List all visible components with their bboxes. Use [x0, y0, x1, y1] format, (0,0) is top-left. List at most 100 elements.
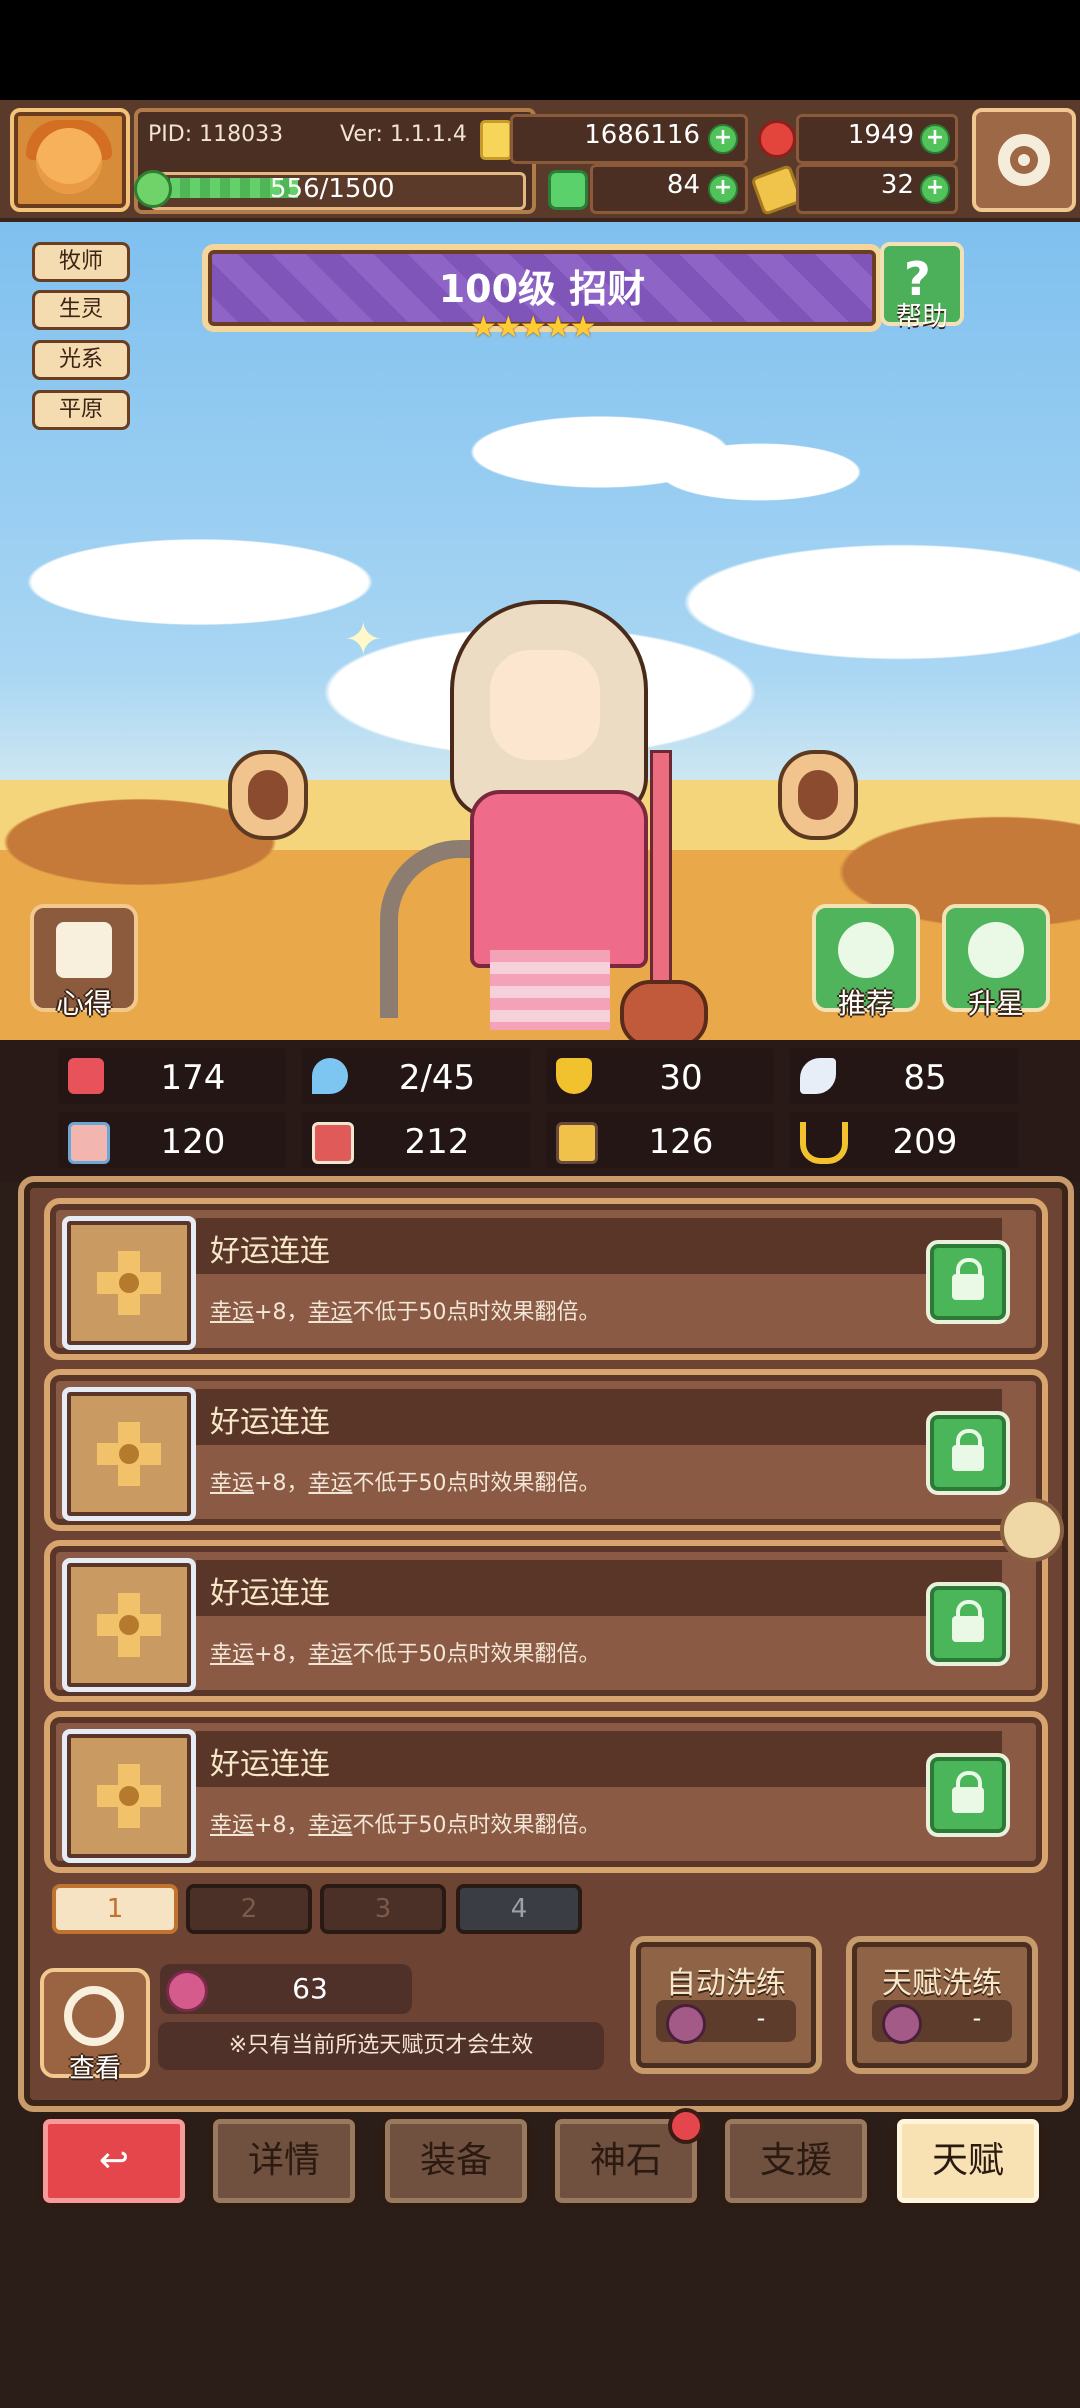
version-label: Ver: 1.1.1.4 — [340, 122, 467, 147]
talent-page-tab-3[interactable]: 3 — [320, 1884, 446, 1934]
nav-equipment[interactable]: 装备 — [380, 2114, 532, 2208]
talent-slot-2[interactable]: 好运连连 幸运+8，幸运不低于50点时效果翻倍。 — [44, 1369, 1048, 1531]
bottom-empty-area — [0, 2210, 1080, 2408]
tag-terrain: 平原 — [32, 390, 130, 430]
talent-desc-text: 不低于50点时效果翻倍。 — [352, 1471, 601, 1496]
talent-page-tab-2[interactable]: 2 — [186, 1884, 312, 1934]
left-arrow-icon — [248, 770, 288, 820]
talent-lock-button[interactable] — [926, 1240, 1010, 1324]
stat-mana: 2/45 — [302, 1048, 530, 1104]
talent-wash-label: 天赋洗练 — [882, 1966, 1002, 2001]
lock-body — [952, 1445, 984, 1471]
auto-wash-cost: - — [756, 2004, 766, 2032]
return-arrow-icon: ↩ — [98, 2140, 130, 2181]
recommend-label: 推荐 — [837, 987, 894, 1020]
talent-lock-button[interactable] — [926, 1411, 1010, 1495]
stat-speed-value: 85 — [903, 1058, 947, 1098]
player-avatar[interactable] — [10, 108, 130, 212]
hero-staff-head — [620, 980, 708, 1048]
stat-luck-value: 209 — [892, 1122, 958, 1162]
clover-value: 84 — [666, 170, 700, 200]
talent-lock-button[interactable] — [926, 1753, 1010, 1837]
talent-keyword-link[interactable]: 幸运 — [308, 1471, 352, 1496]
talent-description: 幸运+8，幸运不低于50点时效果翻倍。 — [210, 1465, 600, 1497]
talent-description: 幸运+8，幸运不低于50点时效果翻倍。 — [210, 1294, 600, 1326]
stat-magic: 212 — [302, 1112, 530, 1168]
stat-hp-value: 174 — [160, 1058, 226, 1098]
star-badge-icon — [968, 922, 1024, 978]
settings-button[interactable] — [972, 108, 1076, 212]
player-id: PID: 118033 — [148, 122, 284, 147]
ruby-add-button[interactable]: + — [920, 124, 950, 154]
help-label: 帮助 — [895, 302, 948, 332]
thumbs-up-icon — [838, 922, 894, 978]
hero-face — [490, 650, 600, 760]
talent-name: 好运连连 — [210, 1234, 330, 1269]
talent-slot-3[interactable]: 好运连连 幸运+8，幸运不低于50点时效果翻倍。 — [44, 1540, 1048, 1702]
ruby-icon — [758, 120, 796, 158]
potion-icon — [556, 1122, 598, 1164]
clover-icon — [548, 170, 588, 210]
stat-defense-value: 30 — [659, 1058, 703, 1098]
cross-center — [119, 1273, 139, 1293]
gold-value: 1686116 — [584, 120, 700, 150]
stat-luck: 209 — [790, 1112, 1018, 1168]
status-bar — [0, 0, 1080, 100]
lock-body — [952, 1787, 984, 1813]
talent-page-tab-4[interactable]: 4 — [456, 1884, 582, 1934]
talent-keyword-link[interactable]: 幸运 — [210, 1642, 254, 1667]
nav-detail[interactable]: 详情 — [208, 2114, 360, 2208]
talent-desc-text: +8， — [254, 1642, 309, 1667]
tag-element: 光系 — [32, 340, 130, 380]
talent-keyword-link[interactable]: 幸运 — [210, 1300, 254, 1325]
view-label: 查看 — [68, 2054, 121, 2084]
talent-wash-cost: - — [972, 2004, 982, 2032]
nav-talent[interactable]: 天赋 — [892, 2114, 1044, 2208]
talent-keyword-link[interactable]: 幸运 — [210, 1471, 254, 1496]
exp-value: 556/1500 — [270, 174, 395, 204]
talent-desc-text: +8， — [254, 1471, 309, 1496]
talent-desc-text: +8， — [254, 1300, 309, 1325]
talent-page-tab-1[interactable]: 1 — [52, 1884, 178, 1934]
stat-attack: 120 — [58, 1112, 286, 1168]
gear-icon — [998, 134, 1050, 186]
hero-character-sprite — [380, 580, 708, 1048]
scroll-handle[interactable] — [1000, 1498, 1064, 1562]
shield-icon — [556, 1058, 592, 1094]
key-value: 32 — [880, 170, 914, 200]
next-hero-button[interactable] — [778, 750, 858, 840]
ruby-value: 1949 — [847, 120, 914, 150]
gold-add-button[interactable]: + — [708, 124, 738, 154]
auto-wash-label: 自动洗练 — [666, 1966, 786, 2001]
back-button[interactable]: ↩ — [38, 2114, 190, 2208]
talent-desc-text: 不低于50点时效果翻倍。 — [352, 1813, 601, 1838]
stat-resist-value: 126 — [648, 1122, 714, 1162]
nav-support[interactable]: 支援 — [720, 2114, 872, 2208]
robot-icon — [56, 922, 112, 978]
talent-icon-frame — [62, 1729, 196, 1863]
key-add-button[interactable]: + — [920, 174, 950, 204]
heart-icon — [68, 1058, 104, 1094]
gold-coin-icon — [480, 120, 512, 160]
hero-title: 100级 招财 — [438, 267, 646, 311]
talent-keyword-link[interactable]: 幸运 — [308, 1300, 352, 1325]
wing-icon — [800, 1058, 836, 1094]
talent-keyword-link[interactable]: 幸运 — [308, 1813, 352, 1838]
talent-slot-4[interactable]: 好运连连 幸运+8，幸运不低于50点时效果翻倍。 — [44, 1711, 1048, 1873]
water-drop-icon — [312, 1058, 348, 1094]
talent-keyword-link[interactable]: 幸运 — [210, 1813, 254, 1838]
cross-center — [119, 1786, 139, 1806]
talent-desc-text: 不低于50点时效果翻倍。 — [352, 1300, 601, 1325]
talent-lock-button[interactable] — [926, 1582, 1010, 1666]
prev-hero-button[interactable] — [228, 750, 308, 840]
auto-wash-button[interactable]: 自动洗练 - — [630, 1936, 822, 2074]
clover-add-button[interactable]: + — [708, 174, 738, 204]
talent-icon-frame — [62, 1387, 196, 1521]
stat-attack-value: 120 — [160, 1122, 226, 1162]
talent-desc-text: 不低于50点时效果翻倍。 — [352, 1642, 601, 1667]
talent-keyword-link[interactable]: 幸运 — [308, 1642, 352, 1667]
lock-body — [952, 1616, 984, 1642]
talent-page-note: ※只有当前所选天赋页才会生效 — [158, 2022, 604, 2070]
talent-slot-1[interactable]: 好运连连 幸运+8，幸运不低于50点时效果翻倍。 — [44, 1198, 1048, 1360]
talent-wash-button[interactable]: 天赋洗练 - — [846, 1936, 1038, 2074]
